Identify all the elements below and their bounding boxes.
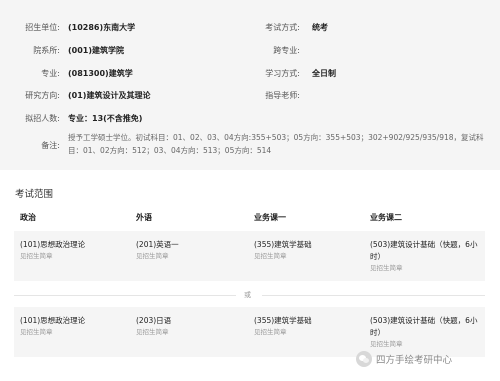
quota-value: 专业：13(不含推免) bbox=[68, 114, 143, 123]
header-course-two: 业务课二 bbox=[370, 213, 402, 222]
subject-note: 见招生简章 bbox=[370, 264, 403, 272]
subject-cell-language: (203)日语 见招生简章 bbox=[136, 315, 246, 338]
divider-line-right bbox=[262, 295, 485, 296]
major-value: (081300)建筑学 bbox=[68, 69, 133, 78]
subject-note: 见招生简章 bbox=[20, 328, 53, 336]
subject-name: (503)建筑设计基础（快题，6小时） bbox=[370, 240, 478, 261]
subject-cell-course-two: (503)建筑设计基础（快题，6小时） 见招生简章 bbox=[370, 315, 478, 350]
watermark-text: 四方手绘考研中心 bbox=[376, 355, 453, 366]
subject-name: (101)思想政治理论 bbox=[20, 240, 86, 249]
subject-name: (503)建筑设计基础（快题，6小时） bbox=[370, 316, 478, 337]
dept-value: (001)建筑学院 bbox=[68, 46, 125, 55]
cross-major-label: 跨专业: bbox=[273, 46, 300, 55]
exam-mode-value: 统考 bbox=[312, 23, 328, 32]
subject-note: 见招生简章 bbox=[254, 252, 287, 260]
quota-label: 拟招人数: bbox=[25, 114, 60, 123]
subject-name: (355)建筑学基础 bbox=[254, 240, 312, 249]
subject-note: 见招生简章 bbox=[370, 340, 403, 348]
divider-line-left bbox=[14, 295, 236, 296]
note-value: 授予工学硕士学位。初试科目：01、02、03、04方向:355+503；05方向… bbox=[68, 133, 484, 155]
subject-name: (355)建筑学基础 bbox=[254, 316, 312, 325]
subject-cell-course-two: (503)建筑设计基础（快题，6小时） 见招生简章 bbox=[370, 239, 478, 274]
header-course-one: 业务课一 bbox=[254, 213, 286, 222]
header-language: 外语 bbox=[136, 213, 152, 222]
or-text: 或 bbox=[244, 291, 251, 299]
subject-note: 见招生简章 bbox=[136, 328, 169, 336]
enrollment-info-panel: 招生单位: (10286)东南大学 考试方式: 统考 院系所: (001)建筑学… bbox=[0, 0, 500, 170]
subject-cell-politics: (101)思想政治理论 见招生简章 bbox=[20, 315, 130, 338]
school-value: (10286)东南大学 bbox=[68, 23, 136, 32]
subject-note: 见招生简章 bbox=[20, 252, 53, 260]
subject-name: (101)思想政治理论 bbox=[20, 316, 86, 325]
or-divider: 或 bbox=[14, 289, 485, 301]
subject-note: 见招生简章 bbox=[254, 328, 287, 336]
major-label: 专业: bbox=[41, 69, 60, 78]
study-mode-value: 全日制 bbox=[312, 69, 336, 78]
direction-label: 研究方向: bbox=[25, 91, 60, 100]
header-politics: 政治 bbox=[20, 213, 36, 222]
advisor-label: 指导老师: bbox=[265, 91, 300, 100]
subject-cell-language: (201)英语一 见招生简章 bbox=[136, 239, 246, 262]
watermark: 四方手绘考研中心 bbox=[356, 350, 452, 368]
direction-value: (01)建筑设计及其理论 bbox=[68, 91, 151, 100]
dept-label: 院系所: bbox=[33, 46, 60, 55]
note-label: 备注: bbox=[41, 141, 60, 150]
subject-name: (201)英语一 bbox=[136, 240, 179, 249]
exam-scope-title: 考试范围 bbox=[15, 189, 54, 200]
wechat-icon bbox=[356, 351, 372, 367]
exam-scope-table-header: 政治 外语 业务课一 业务课二 bbox=[14, 207, 485, 227]
study-mode-label: 学习方式: bbox=[265, 69, 300, 78]
school-label: 招生单位: bbox=[25, 23, 60, 32]
exam-mode-label: 考试方式: bbox=[265, 23, 300, 32]
subject-cell-politics: (101)思想政治理论 见招生简章 bbox=[20, 239, 130, 262]
subject-cell-course-one: (355)建筑学基础 见招生简章 bbox=[254, 315, 364, 338]
subject-group-1: (101)思想政治理论 见招生简章 (201)英语一 见招生简章 (355)建筑… bbox=[14, 231, 485, 281]
subject-name: (203)日语 bbox=[136, 316, 172, 325]
subject-cell-course-one: (355)建筑学基础 见招生简章 bbox=[254, 239, 364, 262]
subject-note: 见招生简章 bbox=[136, 252, 169, 260]
